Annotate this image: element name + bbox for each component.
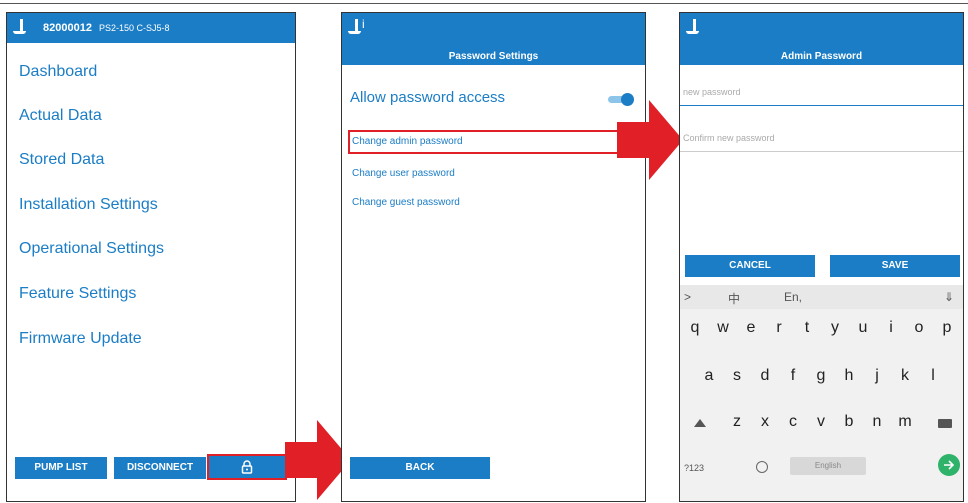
menu-item-stored-data[interactable]: Stored Data bbox=[19, 151, 104, 169]
screen-admin-password: Admin Password new password Confirm new … bbox=[679, 12, 964, 502]
key-f[interactable]: f bbox=[782, 367, 804, 385]
shift-icon[interactable] bbox=[694, 419, 706, 427]
confirm-password-field[interactable]: Confirm new password bbox=[680, 125, 963, 152]
key-v[interactable]: v bbox=[810, 413, 832, 431]
device-model: PS2-150 C-SJ5-8 bbox=[99, 23, 170, 33]
key-h[interactable]: h bbox=[838, 367, 860, 385]
key-numbers[interactable]: ?123 bbox=[684, 463, 704, 473]
key-r[interactable]: r bbox=[768, 319, 790, 337]
menu-item-firmware-update[interactable]: Firmware Update bbox=[19, 330, 142, 348]
key-n[interactable]: n bbox=[866, 413, 888, 431]
keyboard-expand-key[interactable]: > bbox=[684, 290, 691, 304]
key-j[interactable]: j bbox=[866, 367, 888, 385]
app-bar: 82000012 PS2-150 C-SJ5-8 bbox=[7, 13, 295, 43]
app-logo-icon bbox=[13, 19, 29, 37]
page-title: Admin Password bbox=[780, 51, 863, 62]
globe-icon[interactable] bbox=[756, 461, 768, 473]
pump-list-button[interactable]: PUMP LIST bbox=[15, 457, 107, 479]
key-x[interactable]: x bbox=[754, 413, 776, 431]
key-w[interactable]: w bbox=[712, 319, 734, 337]
key-e[interactable]: e bbox=[740, 319, 762, 337]
app-bar: i Password Settings bbox=[342, 13, 645, 65]
key-m[interactable]: m bbox=[894, 413, 916, 431]
top-rule bbox=[0, 3, 968, 4]
menu-item-dashboard[interactable]: Dashboard bbox=[19, 63, 97, 81]
key-k[interactable]: k bbox=[894, 367, 916, 385]
new-password-placeholder: new password bbox=[683, 87, 741, 97]
key-u[interactable]: u bbox=[852, 319, 874, 337]
keyboard-english-key[interactable]: En, bbox=[784, 290, 802, 304]
menu-item-installation-settings[interactable]: Installation Settings bbox=[19, 196, 158, 214]
key-y[interactable]: y bbox=[824, 319, 846, 337]
confirm-password-placeholder: Confirm new password bbox=[683, 133, 775, 143]
save-button[interactable]: SAVE bbox=[830, 255, 960, 277]
app-initial: i bbox=[362, 17, 365, 31]
key-c[interactable]: c bbox=[782, 413, 804, 431]
device-id: 82000012 bbox=[43, 22, 92, 34]
key-i[interactable]: i bbox=[880, 319, 902, 337]
cancel-button[interactable]: CANCEL bbox=[685, 255, 815, 277]
arrow-right-indicator bbox=[617, 100, 683, 180]
screen-main-menu: 82000012 PS2-150 C-SJ5-8 Dashboard Actua… bbox=[6, 12, 296, 502]
on-screen-keyboard: > 中 En, ⇓ q w e r t y u i o p a s d f g … bbox=[680, 285, 963, 501]
key-z[interactable]: z bbox=[726, 413, 748, 431]
disconnect-button[interactable]: DISCONNECT bbox=[114, 457, 206, 479]
key-d[interactable]: d bbox=[754, 367, 776, 385]
space-bar-label: English bbox=[814, 461, 842, 470]
app-logo-icon bbox=[686, 19, 702, 37]
key-o[interactable]: o bbox=[908, 319, 930, 337]
change-guest-password-link[interactable]: Change guest password bbox=[352, 197, 460, 208]
page-title: Password Settings bbox=[448, 51, 539, 62]
menu-item-actual-data[interactable]: Actual Data bbox=[19, 107, 102, 125]
key-a[interactable]: a bbox=[698, 367, 720, 385]
new-password-field[interactable]: new password bbox=[680, 79, 963, 106]
key-p[interactable]: p bbox=[936, 319, 958, 337]
key-t[interactable]: t bbox=[796, 319, 818, 337]
keyboard-chinese-key[interactable]: 中 bbox=[728, 290, 740, 307]
arrow-right-icon bbox=[944, 460, 955, 470]
menu-item-feature-settings[interactable]: Feature Settings bbox=[19, 285, 136, 303]
lock-button-highlight bbox=[207, 454, 287, 480]
space-bar[interactable]: English bbox=[790, 457, 866, 475]
key-g[interactable]: g bbox=[810, 367, 832, 385]
enter-button[interactable] bbox=[938, 454, 960, 476]
keyboard-hide-key[interactable]: ⇓ bbox=[944, 290, 954, 304]
key-q[interactable]: q bbox=[684, 319, 706, 337]
app-bar: Admin Password bbox=[680, 13, 963, 65]
allow-password-label: Allow password access bbox=[350, 89, 506, 106]
admin-link-highlight bbox=[348, 130, 638, 154]
key-l[interactable]: l bbox=[922, 367, 944, 385]
backspace-icon[interactable] bbox=[938, 419, 952, 428]
key-b[interactable]: b bbox=[838, 413, 860, 431]
change-user-password-link[interactable]: Change user password bbox=[352, 168, 455, 179]
back-button[interactable]: BACK bbox=[350, 457, 490, 479]
keyboard-suggestion-bar bbox=[680, 285, 963, 309]
key-s[interactable]: s bbox=[726, 367, 748, 385]
menu-item-operational-settings[interactable]: Operational Settings bbox=[19, 240, 164, 258]
screen-password-settings: i Password Settings Allow password acces… bbox=[341, 12, 646, 502]
